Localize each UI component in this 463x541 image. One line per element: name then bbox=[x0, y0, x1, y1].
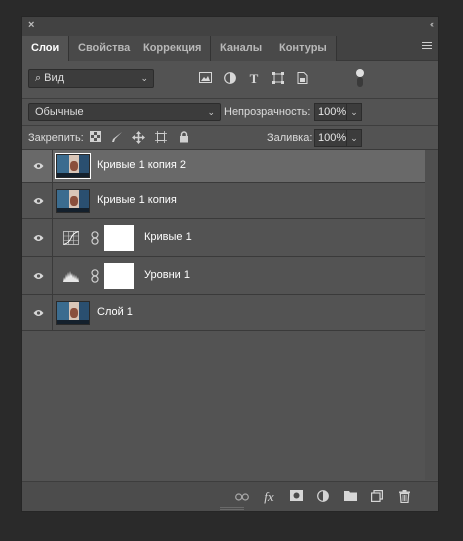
chevron-down-icon: ⌄ bbox=[140, 73, 148, 83]
chevron-down-icon: ⌄ bbox=[207, 107, 215, 117]
lock-row: Закрепить: Заливка: 100% ⌄ bbox=[22, 126, 438, 150]
eye-icon[interactable] bbox=[33, 309, 44, 317]
eye-icon[interactable] bbox=[33, 162, 44, 170]
layer-mask-thumbnail[interactable] bbox=[104, 262, 134, 289]
visibility-cell[interactable] bbox=[22, 150, 53, 182]
layer-row[interactable]: Кривые 1 bbox=[22, 219, 425, 257]
tab-paths[interactable]: Контуры bbox=[270, 36, 337, 61]
filter-row: ⌕ Вид ⌄ T bbox=[22, 61, 438, 99]
layer-name[interactable]: Кривые 1 копия 2 bbox=[97, 159, 186, 171]
link-icon[interactable] bbox=[91, 230, 99, 245]
shape-filter-icon[interactable] bbox=[271, 72, 285, 86]
fill-input[interactable]: 100% bbox=[314, 129, 347, 147]
panel-tabs: Слои Свойства Коррекция Каналы Контуры bbox=[22, 34, 438, 61]
layers-panel: × ‹‹ Слои Свойства Коррекция Каналы Конт… bbox=[21, 16, 439, 512]
panel-menu-icon[interactable] bbox=[422, 42, 432, 50]
lock-image-pixels-icon[interactable] bbox=[110, 131, 123, 144]
layer-thumbnail bbox=[56, 300, 90, 325]
lock-all-icon[interactable] bbox=[177, 131, 190, 144]
eye-icon[interactable] bbox=[33, 272, 44, 280]
blend-row: Обычные ⌄ Непрозрачность: 100% ⌄ bbox=[22, 99, 438, 126]
panel-bottom-bar: fx bbox=[22, 481, 438, 511]
type-filter-icon[interactable]: T bbox=[247, 72, 261, 86]
close-panel-icon[interactable]: × bbox=[28, 19, 34, 31]
fill-label: Заливка: bbox=[267, 132, 313, 144]
add-mask-icon[interactable] bbox=[289, 490, 303, 504]
tab-channels[interactable]: Каналы bbox=[211, 36, 273, 61]
new-adjustment-icon[interactable] bbox=[316, 490, 330, 504]
layer-row[interactable]: Уровни 1 bbox=[22, 257, 425, 295]
filter-toggle-icon[interactable] bbox=[356, 69, 364, 89]
lock-artboard-icon[interactable] bbox=[154, 131, 167, 144]
eye-icon[interactable] bbox=[33, 234, 44, 242]
lock-transparent-pixels-icon[interactable] bbox=[89, 131, 102, 144]
visibility-cell[interactable] bbox=[22, 295, 53, 330]
layer-row[interactable]: Слой 1 bbox=[22, 295, 425, 331]
layer-name[interactable]: Слой 1 bbox=[97, 306, 133, 318]
blend-mode-select[interactable]: Обычные ⌄ bbox=[28, 103, 221, 121]
filter-kind-select[interactable]: ⌕ Вид ⌄ bbox=[28, 69, 154, 88]
layer-row[interactable]: Кривые 1 копия 2 bbox=[22, 150, 425, 183]
adjustment-filter-icon[interactable] bbox=[223, 72, 237, 86]
smart-object-filter-icon[interactable] bbox=[295, 72, 309, 86]
layer-name[interactable]: Кривые 1 bbox=[144, 231, 192, 243]
link-icon[interactable] bbox=[91, 268, 99, 283]
opacity-label: Непрозрачность: bbox=[224, 106, 311, 118]
visibility-cell[interactable] bbox=[22, 183, 53, 218]
layer-mask-thumbnail[interactable] bbox=[104, 224, 134, 251]
delete-layer-icon[interactable] bbox=[397, 490, 411, 504]
link-layers-icon[interactable] bbox=[235, 490, 249, 504]
layer-name[interactable]: Уровни 1 bbox=[144, 269, 190, 281]
tab-properties[interactable]: Свойства bbox=[69, 36, 141, 61]
curves-adjustment-icon[interactable] bbox=[63, 230, 79, 245]
fill-dropdown-button[interactable]: ⌄ bbox=[347, 129, 362, 147]
image-filter-icon[interactable] bbox=[198, 72, 212, 86]
filter-kind-label: Вид bbox=[44, 72, 65, 84]
visibility-cell[interactable] bbox=[22, 219, 53, 256]
layer-thumbnail bbox=[56, 188, 90, 213]
layer-thumbnail bbox=[55, 153, 91, 179]
blend-mode-value: Обычные bbox=[35, 106, 84, 118]
eye-icon[interactable] bbox=[33, 197, 44, 205]
visibility-cell[interactable] bbox=[22, 257, 53, 294]
layer-row[interactable]: Кривые 1 копия bbox=[22, 183, 425, 219]
search-icon: ⌕ bbox=[35, 72, 42, 84]
layers-scrollbar[interactable] bbox=[425, 150, 438, 480]
lock-position-icon[interactable] bbox=[132, 131, 145, 144]
collapse-panel-icon[interactable]: ‹‹ bbox=[430, 19, 434, 29]
layer-name[interactable]: Кривые 1 копия bbox=[97, 194, 177, 206]
new-group-icon[interactable] bbox=[343, 490, 357, 504]
resize-grip[interactable] bbox=[220, 507, 244, 510]
new-layer-icon[interactable] bbox=[370, 490, 384, 504]
opacity-input[interactable]: 100% bbox=[314, 103, 347, 121]
opacity-dropdown-button[interactable]: ⌄ bbox=[347, 103, 362, 121]
tab-adjustments[interactable]: Коррекция bbox=[134, 36, 212, 61]
layers-list: Кривые 1 копия 2 Кривые 1 копия Кривые 1 bbox=[22, 150, 425, 331]
levels-adjustment-icon[interactable] bbox=[63, 269, 79, 283]
tab-layers[interactable]: Слои bbox=[22, 36, 70, 61]
lock-label: Закрепить: bbox=[28, 132, 84, 144]
panel-titlebar: × ‹‹ bbox=[22, 17, 438, 34]
fx-icon[interactable]: fx bbox=[262, 490, 276, 504]
